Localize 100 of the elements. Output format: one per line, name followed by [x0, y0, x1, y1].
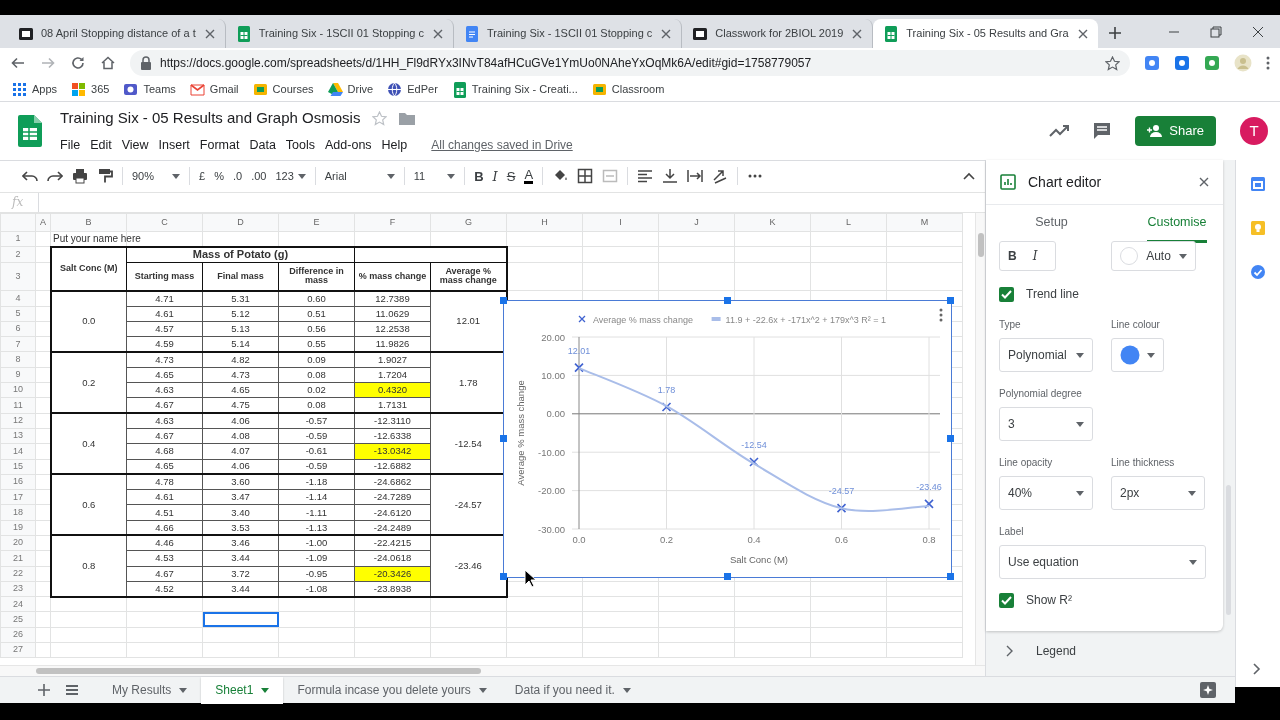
dropdown[interactable]: 2px — [1111, 476, 1205, 510]
selected-cell[interactable] — [202, 611, 279, 628]
resize-handle[interactable] — [947, 572, 954, 580]
menu-item[interactable]: Help — [376, 135, 413, 155]
sheet-tab[interactable]: Sheet1 — [201, 676, 284, 704]
save-status-link[interactable]: All changes saved in Drive — [426, 135, 578, 155]
menu-item[interactable]: Add-ons — [320, 135, 377, 155]
check-circle-icon[interactable] — [1251, 265, 1265, 279]
back-icon[interactable] — [10, 55, 26, 71]
browser-tab[interactable]: Training Six - 05 Results and Gra — [873, 19, 1098, 48]
sheet-tab[interactable]: My Results — [98, 676, 202, 704]
dropdown[interactable]: 3 — [999, 407, 1093, 441]
menu-item[interactable]: Data — [244, 135, 281, 155]
column-header[interactable]: D — [202, 213, 279, 232]
merge-cells-icon[interactable] — [602, 168, 619, 185]
resize-handle[interactable] — [723, 572, 731, 580]
text-wrap-icon[interactable] — [687, 168, 704, 185]
new-tab-icon[interactable] — [1107, 26, 1122, 40]
home-icon[interactable] — [100, 55, 116, 71]
vertical-align-icon[interactable] — [662, 168, 679, 185]
colour-dropdown[interactable] — [1111, 338, 1164, 372]
menu-item[interactable]: Tools — [280, 135, 321, 155]
reload-icon[interactable] — [70, 55, 86, 71]
resize-handle[interactable] — [947, 296, 954, 304]
bookmark[interactable]: Gmail — [189, 81, 239, 98]
folder-icon[interactable] — [399, 112, 416, 126]
zoom-dropdown[interactable]: 90% — [132, 168, 181, 185]
editor-tab[interactable]: Setup — [986, 205, 1117, 243]
comment-icon[interactable] — [1093, 122, 1112, 140]
menu-item[interactable]: Edit — [85, 135, 117, 155]
menu-item[interactable]: Insert — [153, 135, 195, 155]
collapse-icon[interactable] — [963, 172, 975, 181]
resize-handle[interactable] — [500, 434, 507, 442]
number-format-dropdown[interactable]: 123 — [275, 168, 306, 185]
bold-button[interactable]: B — [474, 166, 484, 187]
share-button[interactable]: Share — [1135, 116, 1216, 146]
calendar-icon[interactable] — [1251, 177, 1265, 191]
row-header[interactable]: 3 — [0, 262, 36, 291]
bookmark[interactable]: Training Six - Creati... — [451, 81, 578, 98]
section-header[interactable]: Legend — [986, 636, 1223, 666]
star-icon[interactable] — [1105, 55, 1120, 71]
bookmark[interactable]: 365 — [71, 81, 110, 98]
column-header[interactable]: B — [50, 213, 127, 232]
dropdown[interactable]: Use equation — [999, 545, 1206, 579]
strikethrough-button[interactable]: S — [506, 166, 516, 187]
align-icon[interactable] — [637, 168, 654, 185]
bookmark[interactable]: EdPer — [387, 81, 438, 98]
add-sheet-icon[interactable] — [38, 684, 50, 696]
column-header[interactable]: L — [810, 213, 887, 232]
star-icon[interactable] — [372, 111, 388, 127]
spreadsheet-logo-icon[interactable] — [18, 115, 42, 147]
print-icon[interactable] — [72, 168, 88, 185]
menu-item[interactable]: View — [116, 135, 154, 155]
column-header[interactable]: H — [506, 213, 583, 232]
close-icon[interactable] — [1197, 175, 1211, 189]
column-header[interactable]: M — [886, 213, 963, 232]
menu-item[interactable]: Format — [194, 135, 245, 155]
checkbox[interactable] — [999, 286, 1014, 302]
sheet-list-icon[interactable] — [66, 685, 78, 695]
text-colour-button[interactable]: A — [524, 168, 534, 185]
column-header[interactable]: E — [278, 213, 355, 232]
column-header[interactable]: C — [126, 213, 203, 232]
paint-format-icon[interactable] — [97, 168, 113, 185]
font-size-dropdown[interactable]: 11 — [413, 168, 456, 185]
more-icon[interactable] — [939, 308, 943, 322]
increase-decimals-button[interactable]: .00 — [251, 168, 267, 185]
resize-handle[interactable] — [500, 296, 507, 304]
resize-handle[interactable] — [500, 572, 507, 580]
chevron-right-icon[interactable] — [1253, 663, 1261, 675]
currency-button[interactable]: £ — [199, 168, 206, 185]
account-avatar[interactable]: T — [1240, 117, 1268, 145]
resize-handle[interactable] — [947, 434, 954, 442]
text-colour-dropdown[interactable]: Auto — [1111, 241, 1196, 271]
column-header[interactable]: F — [354, 213, 431, 232]
sheet-tab[interactable]: Data if you need it. — [500, 676, 645, 704]
scrollbar-thumb[interactable] — [978, 232, 984, 257]
column-header[interactable]: G — [430, 213, 507, 232]
bookmark[interactable]: Courses — [252, 81, 314, 98]
bookmark[interactable]: Classroom — [591, 81, 665, 98]
extension-icon[interactable] — [1174, 55, 1190, 71]
italic-button[interactable]: I — [492, 166, 498, 187]
bookmark[interactable]: Teams — [123, 81, 176, 98]
close-icon[interactable] — [1252, 25, 1264, 38]
column-header[interactable]: K — [734, 213, 811, 232]
bookmark[interactable]: Drive — [327, 81, 374, 98]
document-title[interactable]: Training Six - 05 Results and Graph Osmosis — [60, 107, 361, 130]
font-dropdown[interactable]: Arial — [324, 168, 395, 185]
resize-handle[interactable] — [723, 296, 731, 304]
bookmark[interactable]: Apps — [12, 81, 58, 98]
menu-item[interactable]: File — [60, 135, 86, 155]
column-header[interactable]: I — [582, 213, 659, 232]
menu-icon[interactable] — [1266, 55, 1270, 71]
style-toggle[interactable]: B — [1008, 247, 1017, 265]
style-toggle[interactable]: I — [1032, 247, 1038, 265]
dropdown[interactable]: 40% — [999, 476, 1093, 510]
trend-icon[interactable] — [1049, 124, 1070, 138]
extension-icon[interactable] — [1204, 55, 1220, 71]
checkbox[interactable] — [999, 592, 1014, 608]
decrease-decimals-button[interactable]: .0 — [232, 168, 243, 185]
dropdown[interactable]: Polynomial — [999, 338, 1093, 372]
